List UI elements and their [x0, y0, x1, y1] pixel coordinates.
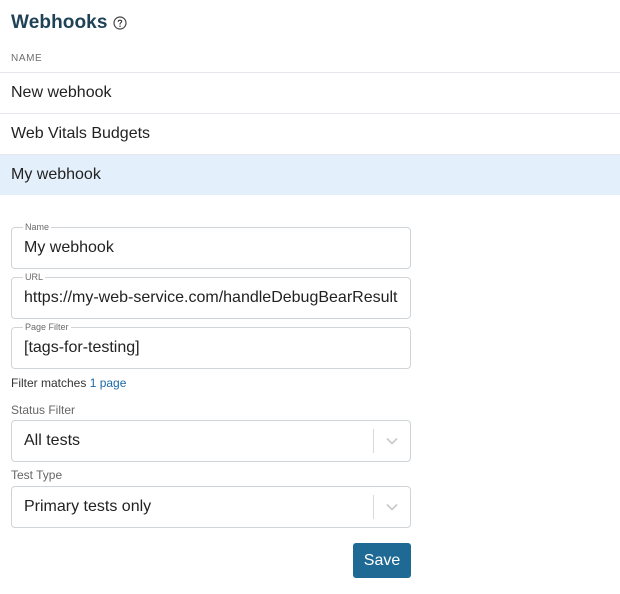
webhook-name: Web Vitals Budgets	[11, 125, 151, 142]
webhook-list-item-selected[interactable]: My webhook	[0, 155, 620, 195]
select-divider	[373, 429, 374, 453]
test-type-select[interactable]: Primary tests only	[11, 486, 411, 528]
test-type-value: Primary tests only	[24, 498, 152, 515]
webhook-name: My webhook	[11, 166, 101, 183]
select-divider	[373, 495, 374, 519]
webhook-list-item[interactable]: Web Vitals Budgets	[0, 114, 620, 155]
status-filter-label: Status Filter	[11, 403, 76, 417]
url-input[interactable]	[24, 278, 406, 318]
webhook-list-item[interactable]: New webhook	[0, 73, 620, 114]
webhook-list: New webhook Web Vitals Budgets My webhoo…	[0, 72, 620, 195]
page-header: Webhooks	[11, 12, 127, 34]
page-title: Webhooks	[11, 12, 108, 33]
page-filter-field: Page Filter	[11, 322, 411, 369]
test-type-label: Test Type	[11, 468, 63, 482]
chevron-down-icon[interactable]	[384, 500, 400, 514]
page-filter-input[interactable]	[24, 328, 406, 368]
question-circle-icon[interactable]	[112, 16, 127, 30]
filter-matches-text: Filter matches 1 page	[11, 376, 126, 390]
chevron-down-icon[interactable]	[384, 434, 400, 448]
name-input[interactable]	[24, 228, 406, 268]
name-column-header: NAME	[11, 53, 43, 64]
save-button[interactable]: Save	[353, 543, 411, 578]
name-field: Name	[11, 222, 411, 269]
filter-matches-link[interactable]: 1 page	[90, 376, 127, 390]
filter-matches-prefix: Filter matches	[11, 376, 87, 390]
status-filter-select[interactable]: All tests	[11, 420, 411, 462]
webhook-name: New webhook	[11, 84, 112, 101]
status-filter-value: All tests	[24, 432, 81, 449]
url-field: URL	[11, 272, 411, 319]
